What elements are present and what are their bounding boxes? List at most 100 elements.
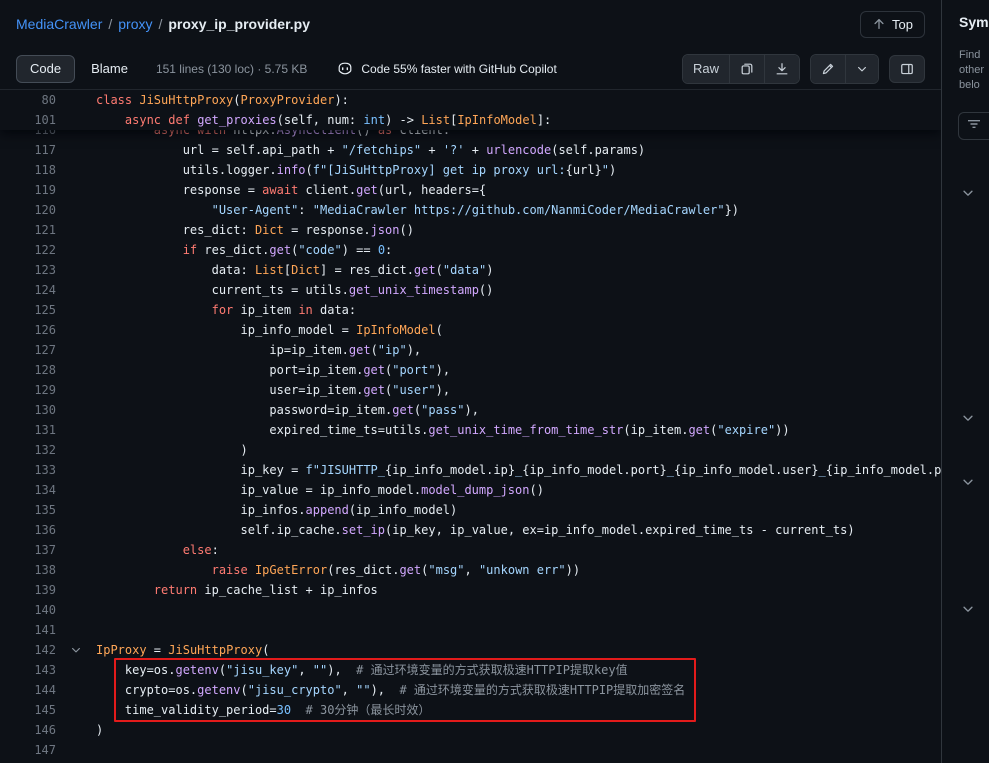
code-line: 120 "User-Agent": "MediaCrawler https://… xyxy=(0,200,941,220)
line-number[interactable]: 145 xyxy=(0,700,56,720)
tab-blame[interactable]: Blame xyxy=(77,55,142,83)
code-text: utils.logger.info(f"[JiSuHttpProxy] get … xyxy=(96,160,616,180)
code-text: self.ip_cache.set_ip(ip_key, ip_value, e… xyxy=(96,520,855,540)
fold-spacer xyxy=(56,140,96,160)
fold-chevron-icon[interactable] xyxy=(56,640,96,660)
edit-button[interactable] xyxy=(811,55,845,83)
edit-button-group xyxy=(810,54,879,84)
chevron-down-icon[interactable] xyxy=(961,186,975,200)
line-number[interactable]: 120 xyxy=(0,200,56,220)
symbols-panel-description: Find other belo xyxy=(959,48,984,93)
line-number[interactable]: 137 xyxy=(0,540,56,560)
code-text: ip_key = f"JISUHTTP_{ip_info_model.ip}_{… xyxy=(96,460,941,480)
code-viewer: 116 async with httpx.AsyncClient() as cl… xyxy=(0,90,941,763)
code-text: user=ip_item.get("user"), xyxy=(96,380,450,400)
line-number[interactable]: 134 xyxy=(0,480,56,500)
line-number[interactable]: 130 xyxy=(0,400,56,420)
breadcrumb: MediaCrawler / proxy / proxy_ip_provider… xyxy=(16,16,310,32)
code-text: res_dict: Dict = response.json() xyxy=(96,220,414,240)
code-line: 138 raise IpGetError(res_dict.get("msg",… xyxy=(0,560,941,580)
line-number[interactable]: 140 xyxy=(0,600,56,620)
line-number[interactable]: 143 xyxy=(0,660,56,680)
line-number[interactable]: 129 xyxy=(0,380,56,400)
code-text: if res_dict.get("code") == 0: xyxy=(96,240,392,260)
fold-spacer xyxy=(56,620,96,640)
code-line: 140 xyxy=(0,600,941,620)
file-header: MediaCrawler / proxy / proxy_ip_provider… xyxy=(0,0,941,48)
code-line: 137 else: xyxy=(0,540,941,560)
symbols-panel-toggle[interactable] xyxy=(889,55,925,83)
symbols-filter-input[interactable] xyxy=(958,112,989,140)
code-line: 127 ip=ip_item.get("ip"), xyxy=(0,340,941,360)
line-number[interactable]: 144 xyxy=(0,680,56,700)
breadcrumb-separator: / xyxy=(108,16,112,32)
code-line: 136 self.ip_cache.set_ip(ip_key, ip_valu… xyxy=(0,520,941,540)
code-line: 125 for ip_item in data: xyxy=(0,300,941,320)
line-number[interactable]: 119 xyxy=(0,180,56,200)
fold-spacer xyxy=(56,720,96,740)
code-line: 147 xyxy=(0,740,941,760)
breadcrumb-repo-link[interactable]: MediaCrawler xyxy=(16,16,102,32)
back-to-top-label: Top xyxy=(892,17,913,32)
line-number[interactable]: 128 xyxy=(0,360,56,380)
symbols-description-line: belo xyxy=(959,78,984,93)
code-line: 133 ip_key = f"JISUHTTP_{ip_info_model.i… xyxy=(0,460,941,480)
line-number[interactable]: 139 xyxy=(0,580,56,600)
line-number[interactable]: 132 xyxy=(0,440,56,460)
line-number[interactable]: 133 xyxy=(0,460,56,480)
line-number[interactable]: 138 xyxy=(0,560,56,580)
fold-spacer xyxy=(56,500,96,520)
raw-button[interactable]: Raw xyxy=(683,55,729,83)
line-number[interactable]: 80 xyxy=(0,90,56,110)
download-button[interactable] xyxy=(764,55,799,83)
code-line: 118 utils.logger.info(f"[JiSuHttpProxy] … xyxy=(0,160,941,180)
line-number[interactable]: 117 xyxy=(0,140,56,160)
tab-code[interactable]: Code xyxy=(16,55,75,83)
fold-spacer xyxy=(56,680,96,700)
line-number[interactable]: 131 xyxy=(0,420,56,440)
fold-spacer xyxy=(56,110,96,130)
symbols-description-line: Find xyxy=(959,48,984,63)
fold-spacer xyxy=(56,520,96,540)
fold-spacer xyxy=(56,160,96,180)
line-number[interactable]: 125 xyxy=(0,300,56,320)
line-number[interactable]: 135 xyxy=(0,500,56,520)
edit-dropdown-button[interactable] xyxy=(845,55,878,83)
line-number[interactable]: 123 xyxy=(0,260,56,280)
copy-raw-button[interactable] xyxy=(729,55,764,83)
line-number[interactable]: 147 xyxy=(0,740,56,760)
line-number[interactable]: 141 xyxy=(0,620,56,640)
download-icon xyxy=(775,62,789,76)
code-line: 101 async def get_proxies(self, num: int… xyxy=(0,110,941,130)
symbols-panel-title: Sym xyxy=(959,14,989,30)
back-to-top-button[interactable]: Top xyxy=(860,11,925,38)
fold-spacer xyxy=(56,740,96,760)
code-line: 123 data: List[Dict] = res_dict.get("dat… xyxy=(0,260,941,280)
fold-spacer xyxy=(56,340,96,360)
line-number[interactable]: 122 xyxy=(0,240,56,260)
fold-spacer xyxy=(56,320,96,340)
line-number[interactable]: 101 xyxy=(0,110,56,130)
code-line: 135 ip_infos.append(ip_info_model) xyxy=(0,500,941,520)
line-number[interactable]: 121 xyxy=(0,220,56,240)
code-text: time_validity_period=30 # 30分钟（最长时效） xyxy=(96,700,430,720)
code-text: "User-Agent": "MediaCrawler https://gith… xyxy=(96,200,739,220)
chevron-down-icon[interactable] xyxy=(961,602,975,616)
breadcrumb-folder-link[interactable]: proxy xyxy=(118,16,152,32)
line-number[interactable]: 146 xyxy=(0,720,56,740)
code-line: 142IpProxy = JiSuHttpProxy( xyxy=(0,640,941,660)
copilot-text: Code 55% faster with GitHub Copilot xyxy=(361,62,556,76)
line-number[interactable]: 127 xyxy=(0,340,56,360)
code-text: else: xyxy=(96,540,219,560)
chevron-down-icon[interactable] xyxy=(961,411,975,425)
copilot-icon xyxy=(337,61,353,77)
line-number[interactable]: 136 xyxy=(0,520,56,540)
chevron-down-icon[interactable] xyxy=(961,475,975,489)
line-number[interactable]: 118 xyxy=(0,160,56,180)
fold-spacer xyxy=(56,700,96,720)
line-number[interactable]: 126 xyxy=(0,320,56,340)
copilot-banner[interactable]: Code 55% faster with GitHub Copilot xyxy=(337,61,556,77)
line-number[interactable]: 124 xyxy=(0,280,56,300)
code-text: data: List[Dict] = res_dict.get("data") xyxy=(96,260,493,280)
line-number[interactable]: 142 xyxy=(0,640,56,660)
